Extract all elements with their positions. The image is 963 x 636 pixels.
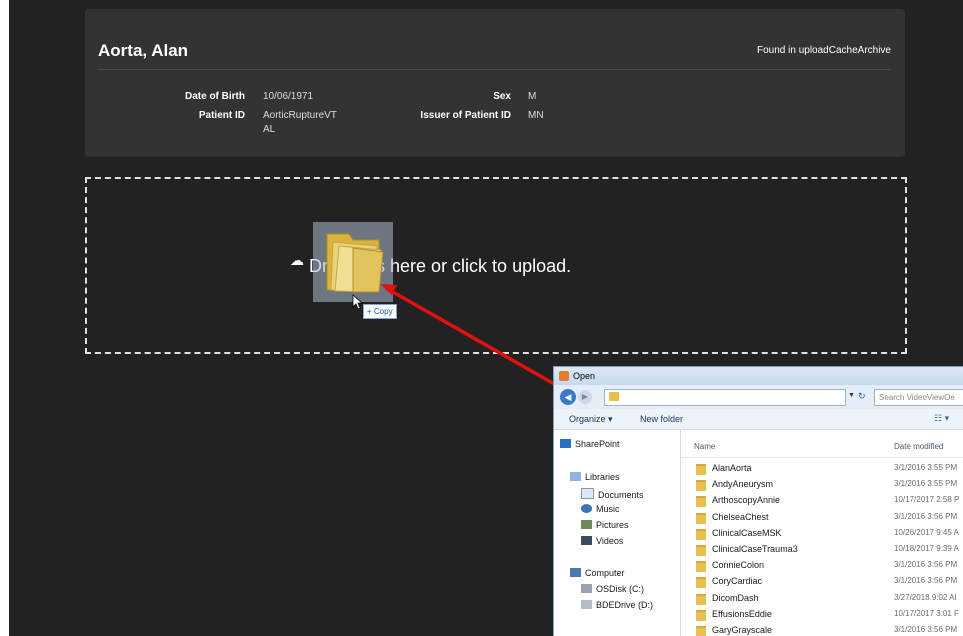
folder-icon [609,392,619,401]
folder-icon [696,577,706,589]
sharepoint-icon [560,439,571,448]
folder-icon [696,528,706,540]
nav-item-libraries[interactable]: Libraries [570,472,620,482]
folder-icon [696,545,706,556]
file-name: CoryCardiac [712,576,763,587]
file-row[interactable]: AndyAneurysm 3/1/2016 3:55 PM [681,478,963,492]
column-header-date-modified[interactable]: Date modified [894,442,943,451]
file-date-modified: 3/1/2016 3:56 PM [894,625,958,634]
file-date-modified: 3/1/2016 3:55 PM [894,479,958,489]
file-date-modified: 3/1/2016 3:56 PM [894,560,958,570]
file-row[interactable]: ArthoscopyAnnie 10/17/2017 2:58 P [681,494,963,508]
file-name: AndyAneurysm [712,479,774,490]
chevron-down-icon[interactable]: ▼ [848,392,855,399]
file-date-modified: 3/1/2016 3:55 PM [894,463,958,472]
nav-item-documents[interactable]: Documents [581,488,644,500]
computer-icon [570,568,581,577]
nav-item-computer[interactable]: Computer [570,568,625,578]
folder-icon [696,464,706,475]
library-icon [570,472,581,481]
file-date-modified: 3/1/2016 3:56 PM [894,576,958,586]
file-list-pane: Name Date modified AlanAorta 3/1/2016 3:5… [681,430,963,636]
file-name: AlanAorta [712,463,752,473]
file-name: ArthoscopyAnnie [712,495,781,506]
file-name: ClinicalCaseMSK [712,527,782,538]
nav-item-pictures[interactable]: Pictures [581,520,629,530]
drive-icon [581,600,592,609]
nav-item-videos[interactable]: Videos [581,536,623,546]
nav-label: OSDisk (C:) [596,584,644,594]
nav-label: Documents [598,490,644,500]
file-row[interactable]: ClinicalCaseMSK 10/26/2017 9:45 A [681,527,963,541]
folder-icon [696,593,706,605]
dialog-titlebar: Open [554,367,963,385]
file-date-modified: 3/27/2018 9:02 AI [894,592,957,602]
nav-item-bdedrive[interactable]: BDEDrive (D:) [581,600,653,610]
dialog-toolbar: Organize ▾ New folder ☷ ▾ [554,409,963,430]
file-date-modified: 10/17/2017 3:01 F [894,608,959,618]
navigation-pane: SharePoint Libraries Documents Music Pic… [554,430,681,636]
open-file-dialog: Open ◀ ▶ ▼ ↻ Search VideoViewOe Organize… [553,366,963,636]
file-name: EffusionsEddie [712,608,772,619]
file-row[interactable]: AlanAorta 3/1/2016 3:55 PM [681,462,963,476]
file-row[interactable]: GaryGrayscale 3/1/2016 3:56 PM [681,624,963,636]
nav-label: Computer [585,568,625,578]
folder-icon [696,561,706,573]
file-row[interactable]: ConnieColon 3/1/2016 3:56 PM [681,559,963,573]
disk-icon [581,584,592,593]
folder-icon [696,626,706,636]
file-name: ChelseaChest [712,511,769,522]
column-divider [681,457,963,458]
file-name: GaryGrayscale [712,625,773,635]
folder-icon [696,480,706,492]
chrome-app-icon [559,371,569,381]
music-icon [581,504,592,513]
nav-label: Libraries [585,472,620,482]
nav-label: BDEDrive (D:) [596,600,654,610]
nav-label: Music [596,504,620,514]
documents-icon [581,488,594,499]
app-background: Aorta, Alan Found in uploadCacheArchive … [0,0,963,636]
view-options-icon[interactable]: ☷ ▾ [934,413,949,424]
new-folder-button[interactable]: New folder [640,414,683,424]
organize-button[interactable]: Organize ▾ [569,414,613,425]
back-button[interactable]: ◀ [560,389,576,405]
refresh-icon[interactable]: ↻ [858,389,872,404]
file-date-modified: 3/1/2016 3:56 PM [894,511,958,521]
file-row[interactable]: ClinicalCaseTrauma3 10/18/2017 9:39 A [681,543,963,557]
forward-button[interactable]: ▶ [578,390,592,404]
file-name: ClinicalCaseTrauma3 [712,544,798,554]
nav-item-sharepoint[interactable]: SharePoint [560,439,620,449]
file-name: ConnieColon [712,560,765,571]
file-date-modified: 10/17/2017 2:58 P [894,495,960,505]
pictures-icon [581,520,592,529]
column-header-name[interactable]: Name [694,442,715,451]
file-name: DicomDash [712,592,759,603]
dialog-addressbar: ◀ ▶ ▼ ↻ Search VideoViewOe [554,385,963,409]
nav-item-music[interactable]: Music [581,504,620,514]
nav-label: SharePoint [575,439,620,449]
file-row[interactable]: DicomDash 3/27/2018 9:02 AI [681,592,963,606]
videos-icon [581,536,592,545]
folder-icon [696,609,706,621]
file-row[interactable]: EffusionsEddie 10/17/2017 3:01 F [681,608,963,622]
folder-icon [696,496,706,508]
nav-item-osdisk[interactable]: OSDisk (C:) [581,584,644,594]
dialog-title: Open [573,371,596,381]
file-date-modified: 10/18/2017 9:39 A [894,544,959,553]
file-date-modified: 10/26/2017 9:45 A [894,527,959,537]
file-row[interactable]: CoryCardiac 3/1/2016 3:56 PM [681,575,963,589]
search-input[interactable]: Search VideoViewOe [874,389,963,406]
nav-label: Pictures [596,520,629,530]
folder-icon [696,512,706,524]
nav-label: Videos [596,536,624,546]
address-field[interactable] [604,389,846,406]
file-row[interactable]: ChelseaChest 3/1/2016 3:56 PM [681,511,963,525]
